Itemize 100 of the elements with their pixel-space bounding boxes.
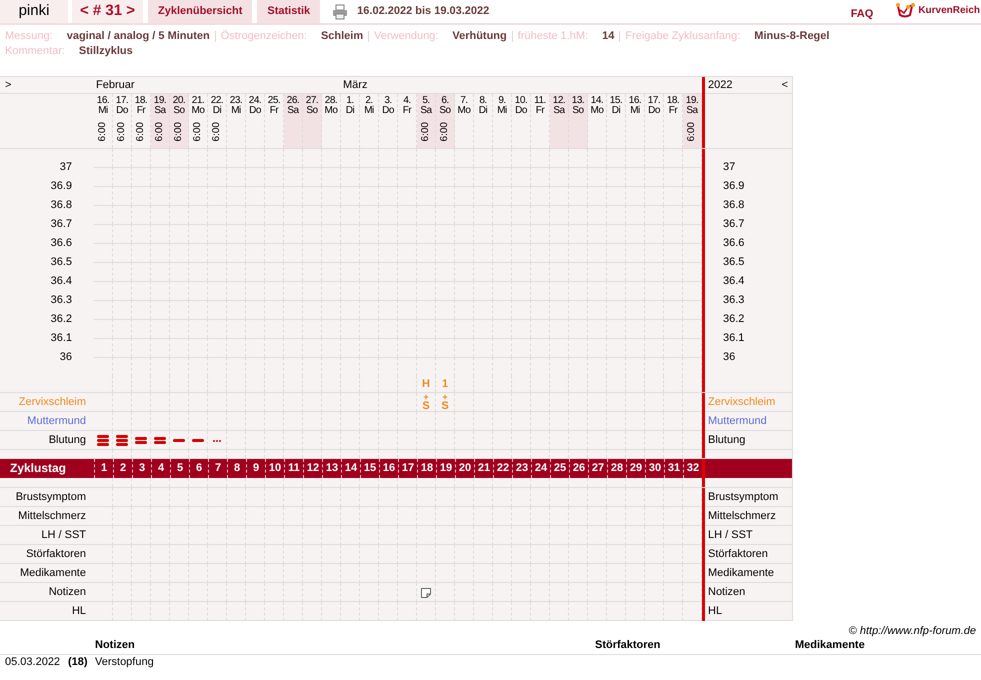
cycle-day-number: 20 — [458, 461, 472, 476]
measure-time: 6:00 — [421, 122, 431, 142]
temperature-label: 36.8 — [722, 198, 746, 213]
row-label: Medikamente — [707, 566, 776, 581]
day-date: 18. Fr — [666, 96, 680, 116]
temperature-label: 36.4 — [722, 274, 746, 289]
cycle-day-number: 22 — [496, 461, 510, 476]
day-date: 13. So — [572, 96, 584, 116]
day-date: 15. Di — [610, 96, 622, 116]
row-label: LH / SST — [40, 528, 87, 543]
column-header: Störfaktoren — [595, 638, 662, 653]
temperature-label: 37 — [58, 160, 73, 175]
info-label: Freigabe Zyklusanfang: — [625, 29, 740, 44]
scroll-arrow[interactable]: < — [782, 77, 788, 94]
temperature-label: 36.2 — [50, 312, 73, 327]
user-name: pinki — [0, 0, 68, 23]
info-value: Stillzyklus — [78, 44, 133, 59]
day-date: 25. Fr — [268, 96, 280, 116]
cycle-day-number: 23 — [516, 461, 528, 476]
day-date: 16. Mi — [628, 96, 642, 116]
temperature-label: 36.7 — [722, 217, 746, 232]
row-label: Störfaktoren — [25, 547, 87, 562]
cycle-day-number: 24 — [534, 461, 548, 476]
day-date: 1. Di — [346, 96, 354, 116]
info-label: Östrogenzeichen: — [220, 29, 307, 44]
temperature-label: 36.4 — [50, 274, 73, 289]
info-label: Messung: — [5, 29, 53, 44]
cycle-day-number: 12 — [306, 461, 320, 476]
temperature-label: 36.7 — [50, 217, 73, 232]
day-date: 21. Mo — [192, 96, 204, 116]
scroll-arrow[interactable]: > — [5, 77, 12, 94]
row-label: HL — [707, 604, 724, 619]
cycle-navigator[interactable]: < # 31 > — [72, 0, 143, 23]
info-value: Schleim — [320, 29, 364, 44]
temperature-label: 36.6 — [722, 236, 746, 251]
cycle-day-number: 14 — [344, 461, 358, 476]
nav-tab[interactable]: Zyklenübersicht — [148, 0, 252, 23]
temperature-label: 36.3 — [722, 293, 746, 308]
temperature-label: 36 — [58, 350, 73, 365]
cycle-day-number: 2 — [120, 461, 126, 476]
printer-icon[interactable] — [332, 4, 348, 20]
cycle-day-number: 7 — [214, 461, 222, 476]
cycle-day-number: 1 — [100, 461, 108, 476]
day-date: 9. Mi — [497, 96, 507, 116]
cycle-day-number: 18 — [420, 461, 434, 476]
day-date: 3. Do — [382, 96, 394, 116]
day-date: 11. Fr — [534, 96, 546, 116]
temperature-label: 36.5 — [722, 255, 746, 270]
row-label: Mittelschmerz — [707, 509, 777, 524]
day-date: 26. Sa — [286, 96, 300, 116]
peak-mark: 1 — [442, 379, 448, 390]
cycle-day-number: 10 — [268, 461, 282, 476]
temperature-label: 36.2 — [722, 312, 746, 327]
cycle-day-number: 11 — [288, 461, 300, 476]
cycle-day-number: 26 — [572, 461, 586, 476]
cycle-day-number: 30 — [648, 461, 662, 476]
row-label: Medikamente — [18, 566, 87, 581]
day-date: 24. Do — [248, 96, 262, 116]
copyright-link[interactable]: © http://www.nfp-forum.de — [848, 623, 976, 640]
info-value: vaginal / analog / 5 Minuten — [66, 29, 210, 44]
note-icon[interactable] — [421, 588, 431, 598]
info-label: Kommentar: — [5, 44, 65, 59]
mucus-plus: + — [442, 394, 448, 401]
row-label: Zervixschleim — [18, 395, 87, 410]
column-header: Notizen — [95, 638, 136, 653]
measure-time: 6:00 — [212, 122, 222, 142]
row-label: Muttermund — [707, 414, 768, 429]
row-label: Blutung — [707, 433, 746, 448]
measure-time: 6:00 — [193, 122, 203, 142]
day-date: 5. Sa — [420, 96, 432, 116]
mucus-symbol: S — [441, 401, 449, 411]
temperature-label: 36.9 — [722, 179, 746, 194]
faq-link[interactable]: FAQ — [850, 6, 874, 23]
cycle-day-number: 17 — [402, 461, 414, 476]
day-date: 28. Mo — [324, 96, 338, 116]
logo-icon[interactable] — [895, 2, 916, 18]
cycle-day-number: 27 — [592, 461, 604, 476]
cycle-day-number: 21 — [478, 461, 490, 476]
temperature-label: 36.8 — [50, 198, 73, 213]
column-header: Medikamente — [795, 638, 865, 653]
row-label: Blutung — [48, 433, 87, 448]
cycle-day-number: 3 — [138, 461, 146, 476]
cycle-day-number: 16 — [382, 461, 396, 476]
cycle-day-number: 19 — [440, 461, 452, 476]
table-cell-text: Verstopfung — [95, 655, 154, 670]
measure-time: 6:00 — [687, 122, 697, 142]
row-label: Zyklustag — [9, 460, 68, 477]
cycle-day-number: 25 — [554, 461, 566, 476]
cycle-day-number: 15 — [364, 461, 376, 476]
cycle-day-number: 13 — [326, 461, 338, 476]
day-date: 23. Mi — [230, 96, 242, 116]
logo-text[interactable]: KurvenReich — [918, 2, 980, 18]
day-date: 14. Mo — [590, 96, 604, 116]
nav-tab[interactable]: Statistik — [257, 0, 320, 23]
temperature-label: 36.1 — [50, 331, 73, 346]
cycle-day-number: 32 — [686, 461, 700, 476]
row-label: Brustsymptom — [14, 490, 87, 505]
row-label: Muttermund — [26, 414, 87, 429]
cycle-day-number: 9 — [252, 461, 260, 476]
table-cell-text: 05.03.2022 — [5, 655, 62, 670]
